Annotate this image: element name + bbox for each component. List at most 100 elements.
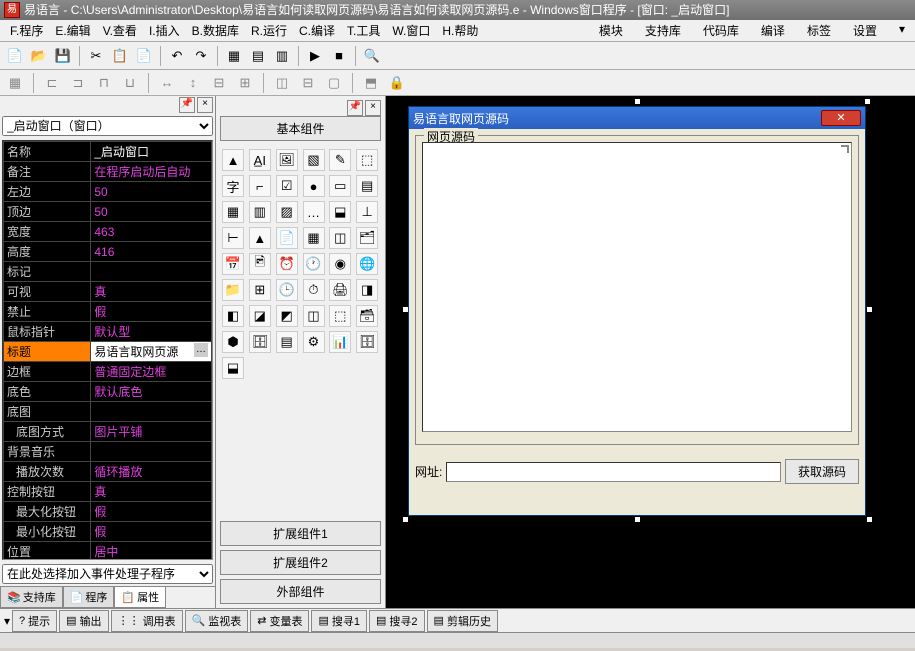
close-panel-icon[interactable]: × bbox=[365, 100, 381, 116]
prop-value[interactable] bbox=[91, 262, 212, 282]
component-icon[interactable]: 🕒 bbox=[276, 279, 298, 301]
event-selector[interactable]: 在此处选择加入事件处理子程序 bbox=[2, 564, 213, 584]
prop-value[interactable]: 默认型 bbox=[91, 322, 212, 342]
menu-settings[interactable]: 设置 bbox=[847, 20, 883, 41]
component-icon[interactable]: ▤ bbox=[356, 175, 378, 197]
prop-name[interactable]: 可视 bbox=[4, 282, 91, 302]
component-icon[interactable]: ◉ bbox=[329, 253, 351, 275]
component-icon[interactable]: 🌐 bbox=[356, 253, 378, 275]
tab-program[interactable]: 📄 程序 bbox=[63, 587, 115, 608]
tab-properties[interactable]: 📋 属性 bbox=[114, 587, 166, 608]
prop-value[interactable] bbox=[91, 442, 212, 462]
prop-name[interactable]: 位置 bbox=[4, 542, 91, 561]
menu-label[interactable]: 标签 bbox=[801, 20, 837, 41]
space-h-icon[interactable]: ↔ bbox=[156, 72, 178, 94]
component-icon[interactable]: ▧ bbox=[303, 149, 325, 171]
prop-name[interactable]: 控制按钮 bbox=[4, 482, 91, 502]
component-icon[interactable]: ▦ bbox=[222, 201, 244, 223]
component-icon[interactable]: 🗄 bbox=[356, 331, 378, 353]
prop-value[interactable]: 易语言取网页源… bbox=[91, 342, 212, 362]
close-icon[interactable]: ✕ bbox=[821, 110, 861, 126]
prop-more-button[interactable]: … bbox=[194, 343, 208, 357]
component-icon[interactable]: ◪ bbox=[249, 305, 271, 327]
prop-name[interactable]: 播放次数 bbox=[4, 462, 91, 482]
prop-value[interactable]: 假 bbox=[91, 522, 212, 542]
component-icon[interactable]: A̲I bbox=[249, 149, 271, 171]
prop-name[interactable]: 最大化按钮 bbox=[4, 502, 91, 522]
paste-icon[interactable]: 📄 bbox=[133, 45, 155, 67]
resize-handle[interactable] bbox=[402, 516, 409, 523]
save-icon[interactable]: 💾 bbox=[52, 45, 74, 67]
prop-name[interactable]: 顶边 bbox=[4, 202, 91, 222]
component-icon[interactable]: ▥ bbox=[249, 201, 271, 223]
align-top-icon[interactable]: ⊓ bbox=[93, 72, 115, 94]
prop-name[interactable]: 底色 bbox=[4, 382, 91, 402]
prop-value[interactable]: 463 bbox=[91, 222, 212, 242]
space-v-icon[interactable]: ↕ bbox=[182, 72, 204, 94]
prop-value[interactable] bbox=[91, 402, 212, 422]
same-wh-icon[interactable]: ▢ bbox=[323, 72, 345, 94]
menu-run[interactable]: R.运行 bbox=[245, 20, 293, 41]
resize-handle[interactable] bbox=[634, 516, 641, 523]
tab-support-lib[interactable]: 📚 支持库 bbox=[0, 587, 63, 608]
prop-value[interactable]: 假 bbox=[91, 502, 212, 522]
resize-handle[interactable] bbox=[866, 306, 873, 313]
resize-handle[interactable] bbox=[864, 98, 871, 105]
menu-compile[interactable]: C.编译 bbox=[293, 20, 341, 41]
layout1-icon[interactable]: ▦ bbox=[223, 45, 245, 67]
find-icon[interactable]: 🔍 bbox=[361, 45, 383, 67]
component-icon[interactable]: ◨ bbox=[356, 279, 378, 301]
redo-icon[interactable]: ↷ bbox=[190, 45, 212, 67]
component-icon[interactable]: ▲ bbox=[249, 227, 271, 249]
menu-edit[interactable]: E.编辑 bbox=[49, 20, 96, 41]
prop-value[interactable]: 普通固定边框 bbox=[91, 362, 212, 382]
prop-name[interactable]: 背景音乐 bbox=[4, 442, 91, 462]
cut-icon[interactable]: ✂ bbox=[85, 45, 107, 67]
same-h-icon[interactable]: ⊟ bbox=[297, 72, 319, 94]
tab-clipboard[interactable]: ▤ 剪辑历史 bbox=[427, 610, 498, 632]
center-h-icon[interactable]: ⊟ bbox=[208, 72, 230, 94]
component-icon[interactable]: ▦ bbox=[303, 227, 325, 249]
prop-name[interactable]: 高度 bbox=[4, 242, 91, 262]
component-icon[interactable]: 字 bbox=[222, 175, 244, 197]
component-icon[interactable]: 🗃 bbox=[356, 305, 378, 327]
layout3-icon[interactable]: ▥ bbox=[271, 45, 293, 67]
tab-hint[interactable]: ? 提示 bbox=[12, 610, 57, 632]
component-icon[interactable]: 🕐 bbox=[303, 253, 325, 275]
tab-output[interactable]: ▤ 输出 bbox=[59, 610, 108, 632]
menu-module[interactable]: 模块 bbox=[593, 20, 629, 41]
prop-value[interactable]: 在程序启动后自动 bbox=[91, 162, 212, 182]
component-icon[interactable]: ⬓ bbox=[222, 357, 244, 379]
tab-search1[interactable]: ▤ 搜寻1 bbox=[311, 610, 367, 632]
prop-name[interactable]: 鼠标指针 bbox=[4, 322, 91, 342]
component-icon[interactable]: 🖻 bbox=[249, 253, 271, 275]
prop-value[interactable]: 居中 bbox=[91, 542, 212, 561]
component-icon[interactable]: ⬓ bbox=[329, 201, 351, 223]
fetch-source-button[interactable]: 获取源码 bbox=[785, 459, 859, 484]
prop-value[interactable]: 416 bbox=[91, 242, 212, 262]
component-icon[interactable]: ⬚ bbox=[356, 149, 378, 171]
align-right-icon[interactable]: ⊐ bbox=[67, 72, 89, 94]
menu-help[interactable]: H.帮助 bbox=[436, 20, 484, 41]
prop-name[interactable]: 标记 bbox=[4, 262, 91, 282]
component-icon[interactable]: ⌐ bbox=[249, 175, 271, 197]
component-icon[interactable]: ☑ bbox=[276, 175, 298, 197]
prop-value[interactable]: 图片平铺 bbox=[91, 422, 212, 442]
component-icon[interactable]: ▤ bbox=[276, 331, 298, 353]
component-icon[interactable]: ◫ bbox=[329, 227, 351, 249]
component-icon[interactable]: ◫ bbox=[303, 305, 325, 327]
component-icon[interactable]: ⬚ bbox=[329, 305, 351, 327]
open-icon[interactable]: 📂 bbox=[28, 45, 50, 67]
menu-support[interactable]: 支持库 bbox=[639, 20, 687, 41]
design-form-window[interactable]: 易语言取网页源码 ✕ 网页源码 网址: 获取源码 bbox=[408, 106, 866, 516]
prop-name[interactable]: 左边 bbox=[4, 182, 91, 202]
prop-value[interactable]: 真 bbox=[91, 482, 212, 502]
align-grid-icon[interactable]: ▦ bbox=[4, 72, 26, 94]
prop-value[interactable]: _启动窗口 bbox=[91, 142, 212, 162]
prop-value[interactable]: 50 bbox=[91, 202, 212, 222]
run-icon[interactable]: ▶ bbox=[304, 45, 326, 67]
layout2-icon[interactable]: ▤ bbox=[247, 45, 269, 67]
menu-codebase[interactable]: 代码库 bbox=[697, 20, 745, 41]
resize-handle[interactable] bbox=[866, 516, 873, 523]
menu-settings-arrow[interactable]: ▾ bbox=[893, 20, 911, 41]
